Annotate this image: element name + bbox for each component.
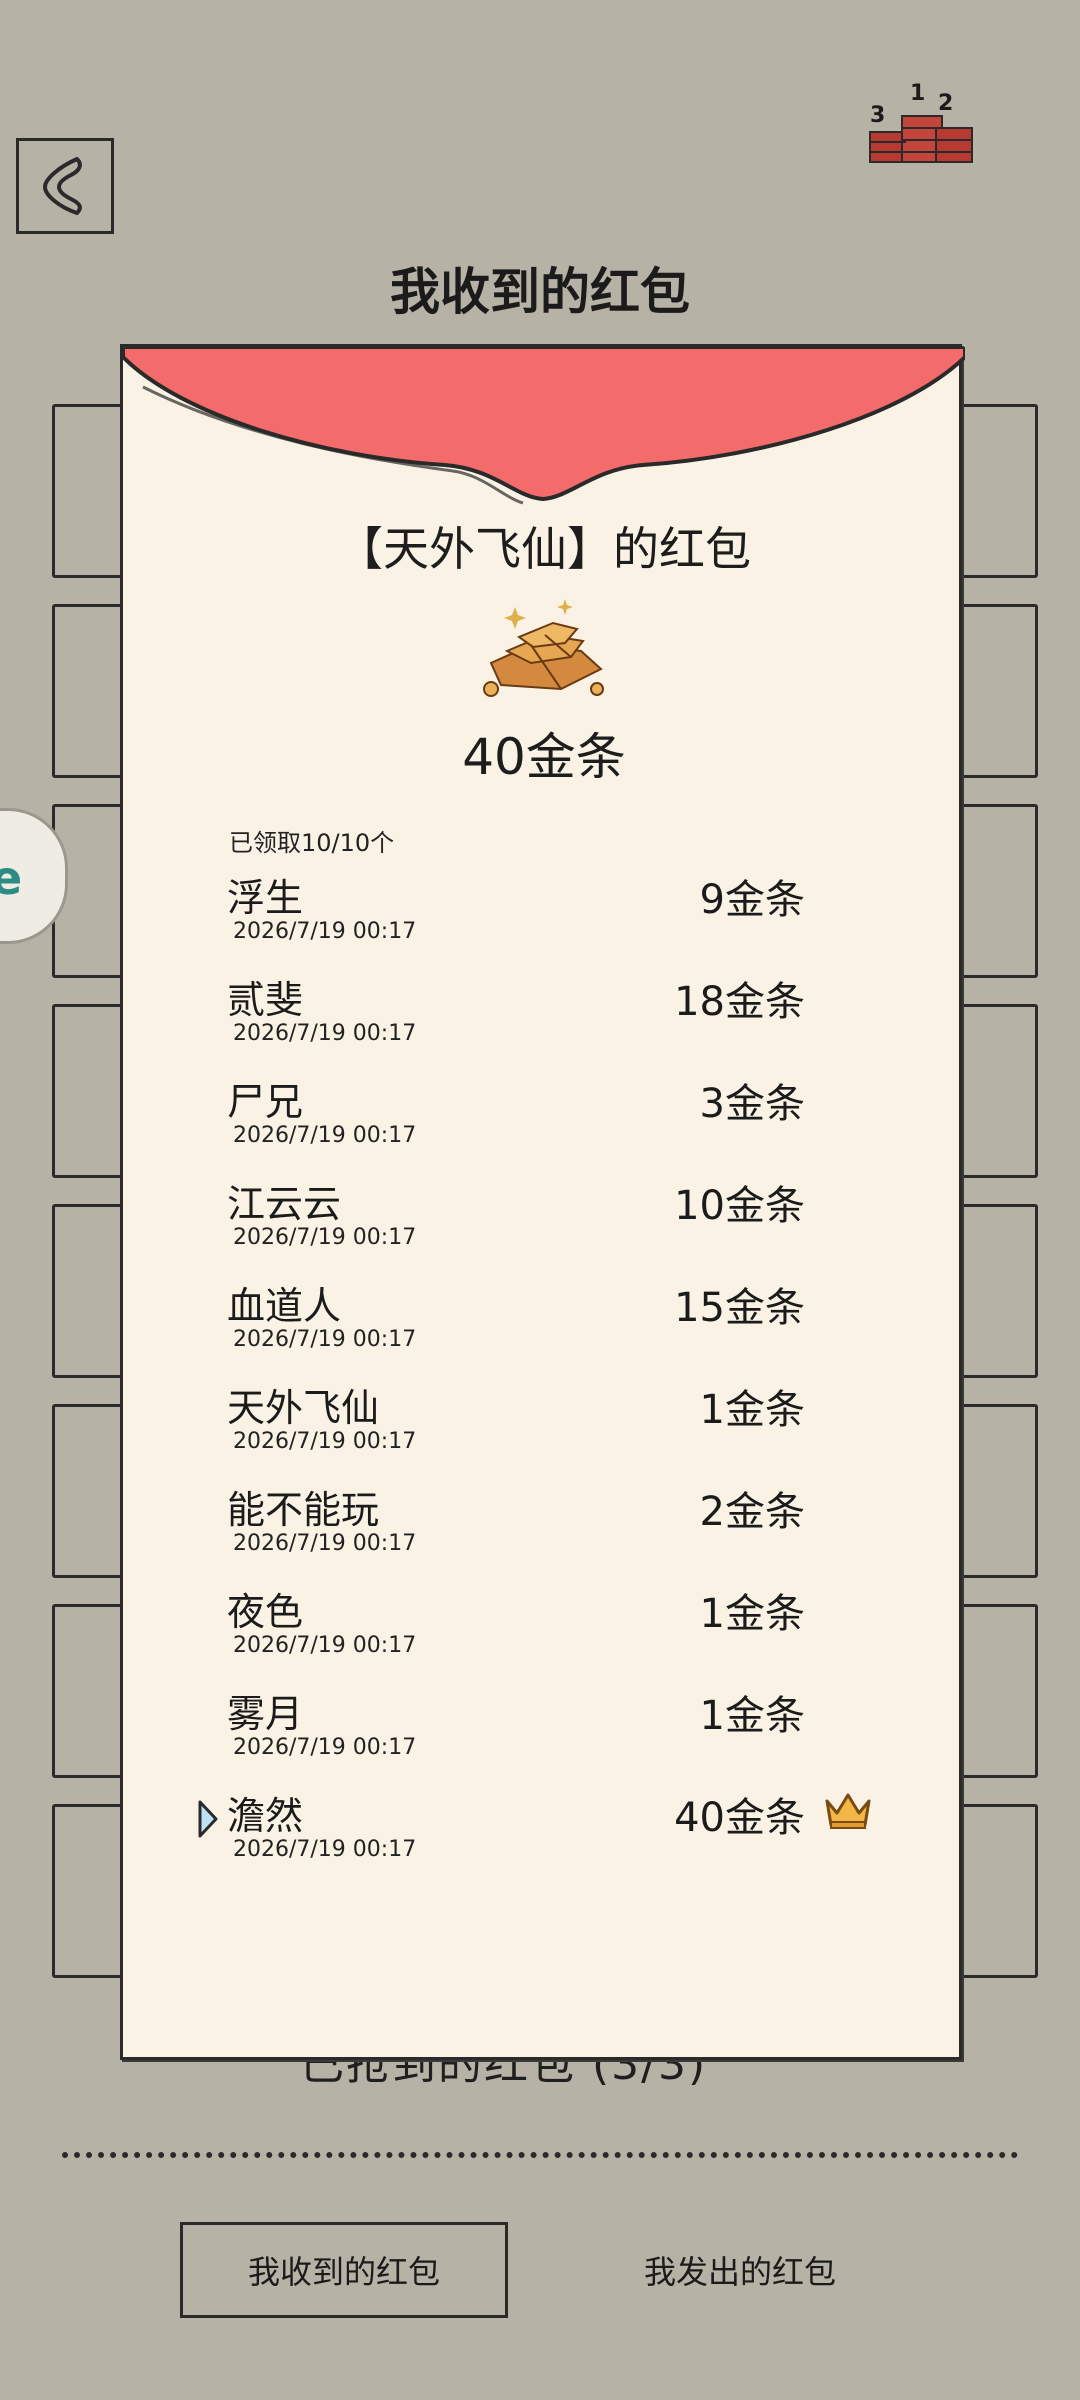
claim-time: 2026/7/19 00:17 [233, 1327, 417, 1352]
red-packet-rank-icon[interactable]: 3 1 2 [862, 72, 980, 170]
claim-time: 2026/7/19 00:17 [233, 1021, 417, 1046]
claim-time: 2026/7/19 00:17 [233, 1123, 417, 1148]
gold-bars-icon [483, 599, 604, 697]
claim-time: 2026/7/19 00:17 [233, 1837, 417, 1862]
best-luck-crown-icon [825, 1793, 871, 1829]
claim-time: 2026/7/19 00:17 [233, 1429, 417, 1454]
claim-row: 江云云 2026/7/19 00:17 10金条 [123, 1173, 965, 1275]
red-packet-flap [123, 347, 965, 505]
claimer-name: 浮生 [227, 876, 304, 920]
claim-amount: 1金条 [699, 1591, 805, 1637]
claimed-count-label: 已领取10/10个 [229, 829, 395, 857]
claim-row: 夜色 2026/7/19 00:17 1金条 [123, 1581, 965, 1683]
claim-row: 浮生 2026/7/19 00:17 9金条 [123, 867, 965, 969]
claim-time: 2026/7/19 00:17 [233, 1531, 417, 1556]
tab-sent-packets[interactable]: 我发出的红包 [580, 2222, 900, 2318]
claim-row: 血道人 2026/7/19 00:17 15金条 [123, 1275, 965, 1377]
claimer-name: 夜色 [227, 1590, 304, 1634]
claim-amount: 40金条 [674, 1795, 805, 1841]
claimer-name: 尸兄 [227, 1080, 304, 1124]
claim-time: 2026/7/19 00:17 [233, 919, 417, 944]
claim-time: 2026/7/19 00:17 [233, 1633, 417, 1658]
claim-row: 天外飞仙 2026/7/19 00:17 1金条 [123, 1377, 965, 1479]
claimer-name: 贰斐 [227, 978, 304, 1022]
claim-list: 浮生 2026/7/19 00:17 9金条 贰斐 2026/7/19 00:1… [123, 867, 965, 1887]
rank-digit-2: 2 [938, 91, 953, 116]
claimer-name: 雾月 [227, 1692, 304, 1736]
screen: 已抢到的红包 (3/3) 3 1 2 我收到的红包 e 【天外飞仙】的红包 40… [0, 0, 1080, 2400]
tab-received-packets[interactable]: 我收到的红包 [180, 2222, 508, 2318]
self-pointer-icon [198, 1800, 218, 1838]
total-amount: 40金条 [462, 728, 626, 786]
claim-row: 能不能玩 2026/7/19 00:17 2金条 [123, 1479, 965, 1581]
claim-amount: 1金条 [699, 1387, 805, 1433]
claim-row: 尸兄 2026/7/19 00:17 3金条 [123, 1071, 965, 1173]
claim-time: 2026/7/19 00:17 [233, 1225, 417, 1250]
claim-row: 贰斐 2026/7/19 00:17 18金条 [123, 969, 965, 1071]
red-packet-card: 【天外飞仙】的红包 40金条 已领取10/10个 浮生 2026/7/19 00… [120, 344, 965, 2060]
rank-digit-3: 3 [870, 103, 885, 128]
sender-title: 【天外飞仙】的红包 [337, 522, 751, 576]
claim-row-self: 澹然 2026/7/19 00:17 40金条 [123, 1785, 965, 1887]
claim-amount: 2金条 [699, 1489, 805, 1535]
claimer-name: 天外飞仙 [227, 1386, 380, 1430]
claim-amount: 18金条 [674, 979, 805, 1025]
claim-time: 2026/7/19 00:17 [233, 1735, 417, 1760]
side-tab-glyph: e [0, 851, 23, 905]
claimer-name: 血道人 [227, 1284, 342, 1328]
page-title: 我收到的红包 [390, 263, 690, 321]
back-arrow-icon [43, 157, 82, 215]
rank-digit-1: 1 [910, 81, 925, 106]
claim-amount: 15金条 [674, 1285, 805, 1331]
divider [62, 2152, 1018, 2158]
claim-row: 雾月 2026/7/19 00:17 1金条 [123, 1683, 965, 1785]
back-button[interactable] [16, 138, 114, 234]
claim-amount: 3金条 [699, 1081, 805, 1127]
claimer-name: 能不能玩 [227, 1488, 380, 1532]
claim-amount: 9金条 [699, 877, 805, 923]
claim-amount: 10金条 [674, 1183, 805, 1229]
claimer-name: 澹然 [227, 1794, 304, 1838]
claimer-name: 江云云 [227, 1182, 342, 1226]
claim-amount: 1金条 [699, 1693, 805, 1739]
